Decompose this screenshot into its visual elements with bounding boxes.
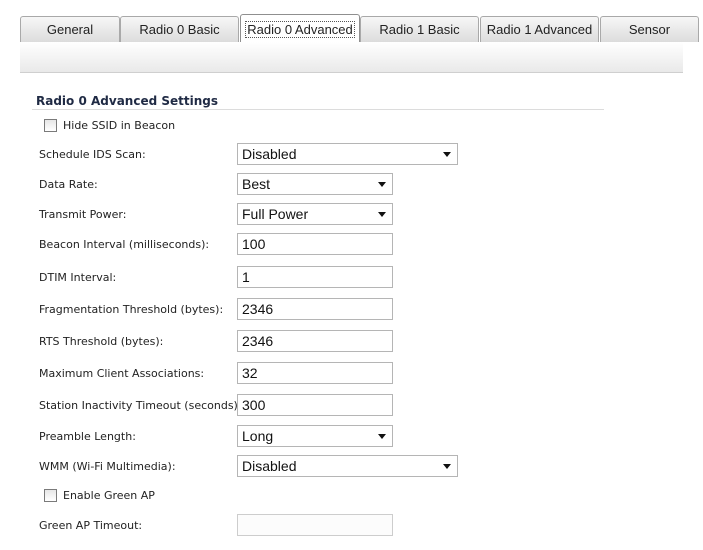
tab-label: Radio 1 Basic xyxy=(379,22,460,37)
hide-ssid-label: Hide SSID in Beacon xyxy=(63,119,176,132)
rts-threshold-input[interactable]: 2346 xyxy=(237,330,393,352)
tab-general[interactable]: General xyxy=(20,16,120,42)
chevron-down-icon xyxy=(375,426,389,446)
hide-ssid-checkbox[interactable] xyxy=(44,119,57,132)
tab-radio-0-advanced[interactable]: Radio 0 Advanced xyxy=(240,14,360,44)
tab-label: General xyxy=(46,22,94,37)
green-ap-row: Enable Green AP xyxy=(44,489,155,502)
beacon-interval-input[interactable]: 100 xyxy=(237,233,393,255)
frag-threshold-input[interactable]: 2346 xyxy=(237,298,393,320)
dtim-interval-label: DTIM Interval: xyxy=(39,271,117,284)
preamble-label: Preamble Length: xyxy=(39,430,136,443)
tab-content-band xyxy=(20,42,683,73)
tab-bar: General Radio 0 Basic Radio 0 Advanced R… xyxy=(0,0,703,44)
section-divider xyxy=(32,109,604,110)
max-clients-label: Maximum Client Associations: xyxy=(39,367,205,380)
transmit-power-select[interactable]: Full Power xyxy=(237,203,393,225)
chevron-down-icon xyxy=(440,144,454,164)
inactivity-timeout-label: Station Inactivity Timeout (seconds): xyxy=(39,399,242,412)
transmit-power-value: Full Power xyxy=(242,206,309,222)
chevron-down-icon xyxy=(440,456,454,476)
hide-ssid-row: Hide SSID in Beacon xyxy=(44,119,175,132)
green-ap-timeout-label: Green AP Timeout: xyxy=(39,519,143,532)
section-title: Radio 0 Advanced Settings xyxy=(36,94,218,108)
dtim-interval-input[interactable]: 1 xyxy=(237,266,393,288)
green-ap-checkbox[interactable] xyxy=(44,489,57,502)
frag-threshold-label: Fragmentation Threshold (bytes): xyxy=(39,303,224,316)
tab-radio-1-basic[interactable]: Radio 1 Basic xyxy=(360,16,479,42)
data-rate-select[interactable]: Best xyxy=(237,173,393,195)
data-rate-label: Data Rate: xyxy=(39,178,98,191)
beacon-interval-label: Beacon Interval (milliseconds): xyxy=(39,238,210,251)
inactivity-timeout-input[interactable]: 300 xyxy=(237,394,393,416)
wmm-label: WMM (Wi-Fi Multimedia): xyxy=(39,460,176,473)
preamble-select[interactable]: Long xyxy=(237,425,393,447)
chevron-down-icon xyxy=(375,174,389,194)
chevron-down-icon xyxy=(375,204,389,224)
green-ap-label: Enable Green AP xyxy=(63,489,155,502)
tab-sensor[interactable]: Sensor xyxy=(600,16,699,42)
transmit-power-label: Transmit Power: xyxy=(39,208,127,221)
tab-label: Radio 0 Advanced xyxy=(245,21,355,38)
wmm-value: Disabled xyxy=(242,458,297,474)
schedule-ids-value: Disabled xyxy=(242,146,297,162)
data-rate-value: Best xyxy=(242,176,271,192)
tab-radio-0-basic[interactable]: Radio 0 Basic xyxy=(120,16,239,42)
tab-label: Radio 0 Basic xyxy=(139,22,220,37)
green-ap-timeout-input[interactable] xyxy=(237,514,393,536)
wmm-select[interactable]: Disabled xyxy=(237,455,458,477)
schedule-ids-label: Schedule IDS Scan: xyxy=(39,148,146,161)
preamble-value: Long xyxy=(242,428,274,444)
rts-threshold-label: RTS Threshold (bytes): xyxy=(39,335,164,348)
tab-label: Radio 1 Advanced xyxy=(486,22,593,37)
schedule-ids-select[interactable]: Disabled xyxy=(237,143,458,165)
max-clients-input[interactable]: 32 xyxy=(237,362,393,384)
tab-label: Sensor xyxy=(628,22,671,37)
tab-radio-1-advanced[interactable]: Radio 1 Advanced xyxy=(480,16,599,42)
